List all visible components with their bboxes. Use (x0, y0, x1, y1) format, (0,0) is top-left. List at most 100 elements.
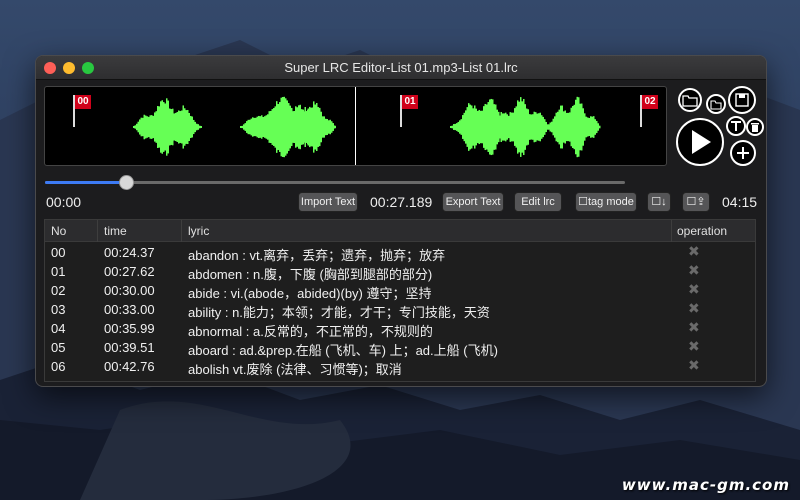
waveform-bar (566, 112, 568, 142)
waveform-bar (499, 115, 501, 139)
waveform[interactable] (45, 87, 667, 166)
waveform-bar (273, 108, 275, 146)
delete-row-icon[interactable]: ✖ (688, 339, 700, 355)
waveform-bar (304, 112, 306, 142)
waveform-bar (517, 100, 519, 154)
table-row[interactable]: 03 00:33.00 ability : n.能力；本领；才能，才干；专门技能，天… (45, 300, 755, 320)
waveform-bar (481, 110, 483, 144)
waveform-bar (581, 103, 583, 151)
delete-row-icon[interactable]: ✖ (688, 244, 700, 260)
waveform-bar (468, 103, 470, 151)
table-row[interactable]: 02 00:30.00 abide : vi.(abode，abided)(by) … (45, 281, 755, 301)
marker-00[interactable]: 00 (75, 95, 91, 109)
table-row[interactable]: 05 00:39.51 aboard : ad.&prep.在船 (飞机、车) 上；… (45, 338, 755, 358)
row-number: 03 (51, 302, 66, 317)
open-folder-button[interactable] (678, 88, 702, 112)
delete-row-icon[interactable]: ✖ (688, 320, 700, 336)
waveform-bar (497, 116, 499, 138)
waveform-bar (170, 109, 172, 145)
edit-lrc-button[interactable]: Edit lrc (514, 192, 562, 212)
row-time[interactable]: 00:39.51 (104, 340, 155, 355)
waveform-bar (451, 125, 453, 129)
waveform-bar (548, 124, 550, 130)
waveform-bar (466, 107, 468, 147)
row-time[interactable]: 00:27.62 (104, 264, 155, 279)
waveform-bar (152, 115, 154, 139)
waveform-bar (160, 101, 162, 153)
waveform-bar (496, 117, 498, 137)
delete-row-icon[interactable]: ✖ (688, 301, 700, 317)
marker-01[interactable]: 01 (402, 95, 418, 109)
export-text-button[interactable]: Export Text (442, 192, 504, 212)
header-time[interactable]: time (104, 224, 127, 238)
waveform-bar (584, 113, 586, 141)
column-divider[interactable] (181, 220, 182, 242)
play-button[interactable] (676, 118, 724, 166)
waveform-bar (599, 125, 601, 129)
waveform-bar (252, 117, 254, 137)
waveform-bar (469, 104, 471, 150)
waveform-panel[interactable]: 00 01 02 (44, 86, 667, 166)
row-time[interactable]: 00:30.00 (104, 283, 155, 298)
table-row[interactable]: 01 00:27.62 abdomen : n.腹，下腹 (胸部到腿部的部分) ✖ (45, 262, 755, 282)
waveform-bar (512, 112, 514, 142)
sort-down-button[interactable]: ☐↓ (647, 192, 671, 212)
waveform-bar (307, 109, 309, 145)
play-icon (692, 130, 711, 154)
waveform-bar (558, 109, 560, 145)
marker-02[interactable]: 02 (642, 95, 658, 109)
waveform-bar (546, 125, 548, 129)
row-time[interactable]: 00:35.99 (104, 321, 155, 336)
row-time[interactable]: 00:24.37 (104, 245, 155, 260)
open-lrc-button[interactable] (706, 94, 726, 114)
row-time[interactable]: 00:33.00 (104, 302, 155, 317)
waveform-bar (334, 125, 336, 129)
save-button[interactable] (728, 86, 756, 114)
app-window: Super LRC Editor-List 01.mp3-List 01.lrc… (35, 55, 767, 387)
row-number: 06 (51, 359, 66, 374)
playhead[interactable] (355, 87, 356, 165)
waveform-bar (157, 105, 159, 149)
waveform-bar (139, 119, 141, 135)
waveform-bar (314, 104, 316, 150)
row-time[interactable]: 00:42.76 (104, 359, 155, 374)
waveform-bar (169, 108, 171, 146)
delete-row-icon[interactable]: ✖ (688, 263, 700, 279)
add-line-button[interactable] (730, 140, 756, 166)
waveform-bar (259, 116, 261, 138)
header-no[interactable]: No (51, 224, 66, 238)
waveform-bar (179, 111, 181, 143)
text-tool-button[interactable] (726, 116, 746, 136)
waveform-bar (173, 113, 175, 141)
waveform-bar (459, 120, 461, 134)
delete-all-button[interactable] (746, 118, 764, 136)
title-bar: Super LRC Editor-List 01.mp3-List 01.lrc (36, 56, 766, 80)
shift-button[interactable]: ☐⇪ (682, 192, 710, 212)
waveform-bar (590, 116, 592, 138)
waveform-bar (524, 104, 526, 150)
column-divider[interactable] (671, 220, 672, 242)
waveform-bar (564, 110, 566, 144)
tag-mode-button[interactable]: ☐tag mode (575, 192, 637, 212)
waveform-bar (563, 111, 565, 143)
seek-slider-knob[interactable] (119, 175, 135, 190)
delete-row-icon[interactable]: ✖ (688, 358, 700, 374)
waveform-bar (301, 109, 303, 145)
column-divider[interactable] (97, 220, 98, 242)
waveform-bar (539, 112, 541, 142)
waveform-bar (472, 108, 474, 146)
row-lyric[interactable]: abolish vt.废除 (法律、习惯等)；取消 (188, 359, 402, 378)
header-lyric[interactable]: lyric (188, 224, 209, 238)
table-row[interactable]: 06 00:42.76 abolish vt.废除 (法律、习惯等)；取消 ✖ (45, 357, 755, 378)
waveform-bar (143, 114, 145, 140)
row-number: 02 (51, 283, 66, 298)
delete-row-icon[interactable]: ✖ (688, 282, 700, 298)
table-row[interactable]: 04 00:35.99 abnormal : a.反常的，不正常的，不规则的 ✖ (45, 319, 755, 339)
header-operation[interactable]: operation (677, 224, 727, 238)
waveform-bar (295, 106, 297, 148)
tool-panel (674, 84, 764, 168)
waveform-bar (250, 118, 252, 136)
waveform-bar (319, 107, 321, 147)
table-row[interactable]: 00 00:24.37 abandon : vt.离弃，丢弃；遗弃，抛弃；放弃 ✖ (45, 243, 755, 263)
import-text-button[interactable]: Import Text (298, 192, 358, 212)
